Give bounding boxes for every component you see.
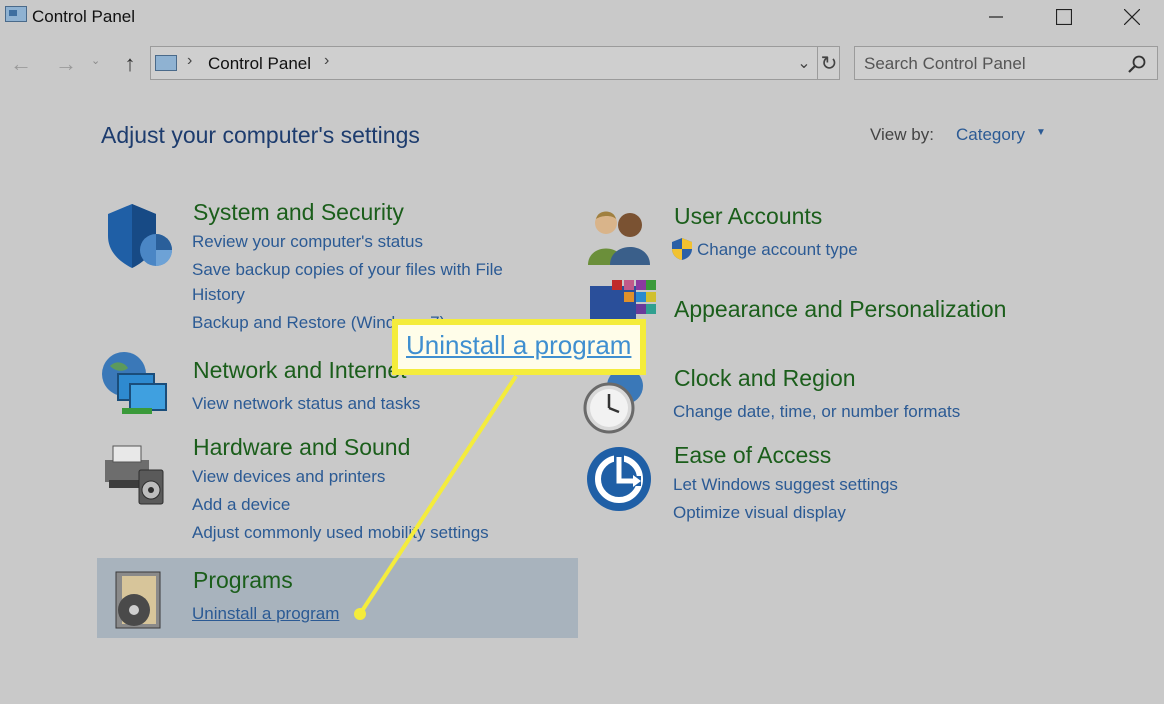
callout-text: Uninstall a program: [406, 330, 632, 360]
callout-box: Uninstall a program: [392, 319, 646, 375]
